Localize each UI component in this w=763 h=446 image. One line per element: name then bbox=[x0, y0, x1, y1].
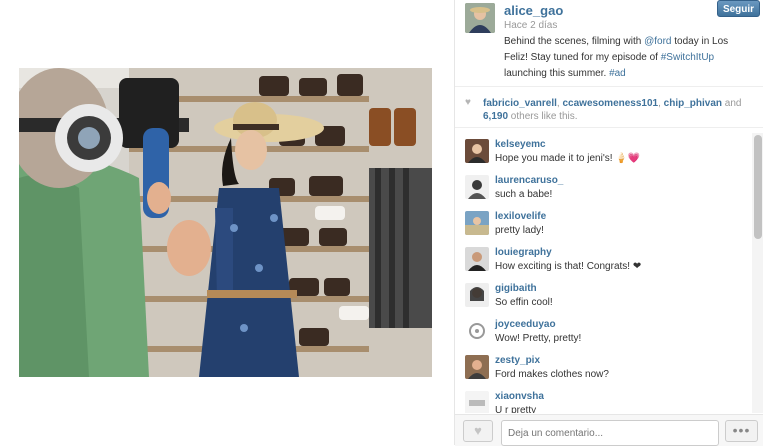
comment-bar: ♥ ••• bbox=[455, 414, 763, 446]
avatar[interactable] bbox=[465, 319, 489, 343]
avatar[interactable] bbox=[465, 355, 489, 379]
comment-text: So effin cool! bbox=[495, 297, 553, 308]
post-timestamp: Hace 2 días bbox=[504, 20, 558, 31]
scrollbar-thumb[interactable] bbox=[754, 135, 762, 239]
like-button[interactable]: ♥ bbox=[463, 420, 493, 442]
comment-username[interactable]: gigibaith bbox=[495, 283, 537, 294]
comment-text: U r pretty bbox=[495, 405, 537, 413]
list-item: zesty_pix Ford makes clothes now? bbox=[455, 349, 752, 385]
comment-username[interactable]: xiaonvsha bbox=[495, 391, 544, 402]
liker-link[interactable]: chip_phivan bbox=[664, 98, 722, 109]
likes-summary: ♥ fabricio_vanrell, ccawesomeness101, ch… bbox=[455, 86, 763, 128]
post-photo-image bbox=[19, 68, 432, 377]
caption-text: launching this summer. bbox=[504, 68, 610, 79]
hashtag-link[interactable]: #SwitchItUp bbox=[661, 52, 714, 63]
separator: and bbox=[722, 98, 742, 109]
liker-link[interactable]: ccawesomeness101 bbox=[562, 98, 658, 109]
follow-button[interactable]: Seguir bbox=[717, 0, 760, 17]
more-options-button[interactable]: ••• bbox=[725, 420, 758, 442]
mention-link[interactable]: @ford bbox=[644, 36, 671, 47]
avatar[interactable] bbox=[465, 175, 489, 199]
comment-text: How exciting is that! Congrats! ❤ bbox=[495, 261, 642, 272]
list-item: joyceeduyao Wow! Pretty, pretty! bbox=[455, 313, 752, 349]
comments-list[interactable]: kelseyemc Hope you made it to jeni's! 🍦💗… bbox=[455, 133, 752, 413]
comment-username[interactable]: joyceeduyao bbox=[495, 319, 556, 330]
list-item: louiegraphy How exciting is that! Congra… bbox=[455, 241, 752, 277]
heart-icon: ♥ bbox=[465, 97, 471, 108]
liker-link[interactable]: fabricio_vanrell bbox=[483, 98, 557, 109]
list-item: xiaonvsha U r pretty bbox=[455, 385, 752, 413]
avatar-image bbox=[465, 3, 495, 33]
hashtag-link[interactable]: #ad bbox=[609, 68, 626, 79]
comment-text: pretty lady! bbox=[495, 225, 544, 236]
likes-text: fabricio_vanrell, ccawesomeness101, chip… bbox=[483, 97, 755, 123]
caption-text: Behind the scenes, filming with bbox=[504, 36, 645, 47]
post-username[interactable]: alice_gao bbox=[504, 3, 563, 18]
avatar[interactable] bbox=[465, 247, 489, 271]
photo-panel bbox=[0, 0, 454, 445]
comment-input[interactable] bbox=[501, 420, 719, 446]
list-item: gigibaith So effin cool! bbox=[455, 277, 752, 313]
avatar[interactable] bbox=[465, 139, 489, 163]
list-item: kelseyemc Hope you made it to jeni's! 🍦💗 bbox=[455, 133, 752, 169]
comment-username[interactable]: louiegraphy bbox=[495, 247, 552, 258]
post-sidebar: alice_gao Hace 2 días Seguir Behind the … bbox=[454, 0, 763, 446]
heart-icon: ♥ bbox=[474, 423, 482, 438]
likes-suffix: others like this. bbox=[508, 111, 578, 122]
avatar[interactable] bbox=[465, 211, 489, 235]
post-header: alice_gao Hace 2 días Seguir Behind the … bbox=[455, 0, 763, 85]
comment-username[interactable]: laurencaruso_ bbox=[495, 175, 563, 186]
comment-username[interactable]: lexilovelife bbox=[495, 211, 546, 222]
comment-text: Hope you made it to jeni's! 🍦💗 bbox=[495, 153, 641, 164]
post-photo[interactable] bbox=[19, 68, 432, 377]
comment-text: Wow! Pretty, pretty! bbox=[495, 333, 582, 344]
comment-username[interactable]: kelseyemc bbox=[495, 139, 546, 150]
list-item: lexilovelife pretty lady! bbox=[455, 205, 752, 241]
comments-scrollbar[interactable] bbox=[752, 133, 763, 413]
comment-text: Ford makes clothes now? bbox=[495, 369, 609, 380]
comment-text: such a babe! bbox=[495, 189, 553, 200]
avatar[interactable] bbox=[465, 3, 495, 33]
comment-username[interactable]: zesty_pix bbox=[495, 355, 540, 366]
avatar[interactable] bbox=[465, 391, 489, 413]
avatar[interactable] bbox=[465, 283, 489, 307]
likes-count[interactable]: 6,190 bbox=[483, 111, 508, 122]
post-caption: Behind the scenes, filming with @ford to… bbox=[504, 34, 744, 82]
list-item: laurencaruso_ such a babe! bbox=[455, 169, 752, 205]
